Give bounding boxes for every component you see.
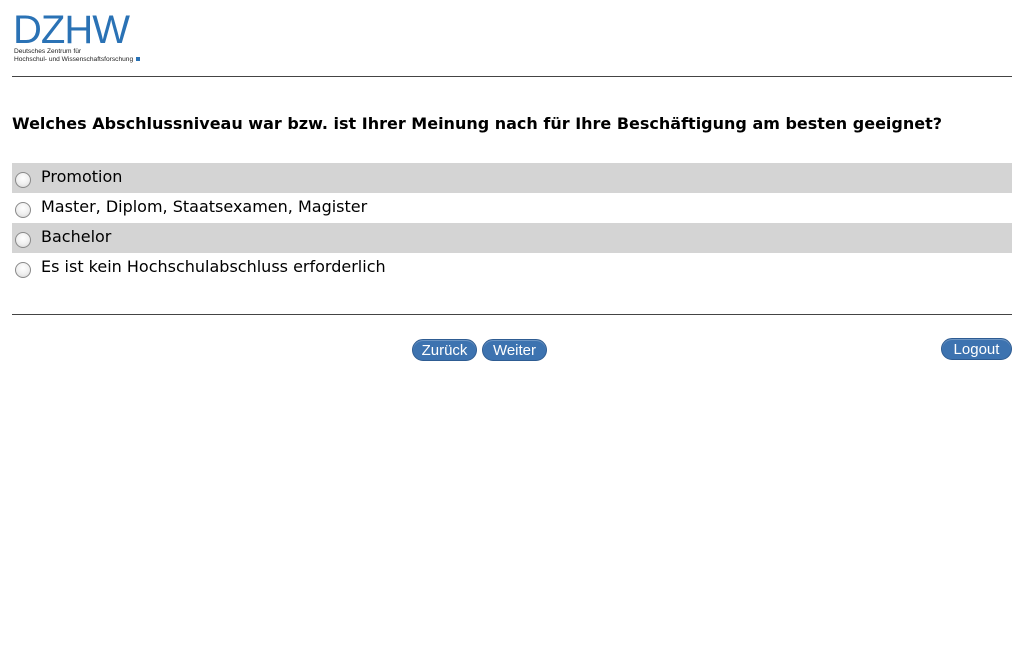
option-label: Promotion [41,167,123,186]
option-label: Bachelor [41,227,112,246]
logo-subtitle-line-1: Deutsches Zentrum für [14,48,82,55]
option-master[interactable]: Master, Diplom, Staatsexamen, Magister [12,193,1012,223]
radio-button[interactable] [15,201,31,218]
radio-button[interactable] [15,261,31,278]
option-label: Es ist kein Hochschulabschluss erforderl… [41,257,386,276]
footer-divider [12,314,1012,315]
logo-wordmark: DZHW [13,8,130,52]
answer-options: Promotion Master, Diplom, Staatsexamen, … [12,163,1012,283]
back-button[interactable]: Zurück [412,339,477,361]
option-no-degree[interactable]: Es ist kein Hochschulabschluss erforderl… [12,253,1012,283]
header-divider [12,76,1012,77]
logo-square-icon [136,57,141,62]
logo-subtitle-line-2: Hochschul- und Wissenschaftsforschung [14,56,141,64]
option-promotion[interactable]: Promotion [12,163,1012,193]
question-text: Welches Abschlussniveau war bzw. ist Ihr… [12,114,943,133]
logo-subtitle: Deutsches Zentrum für Hochschul- und Wis… [14,48,141,64]
radio-button[interactable] [15,171,31,188]
option-bachelor[interactable]: Bachelor [12,223,1012,253]
logout-button[interactable]: Logout [941,338,1012,360]
option-label: Master, Diplom, Staatsexamen, Magister [41,197,368,216]
dzhw-logo: DZHW Deutsches Zentrum für Hochschul- un… [13,8,145,68]
radio-button[interactable] [15,231,31,248]
next-button[interactable]: Weiter [482,339,547,361]
